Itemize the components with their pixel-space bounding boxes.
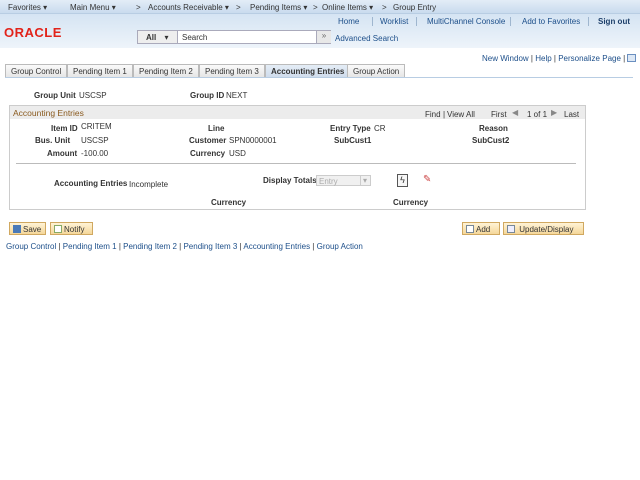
nav-accounts-receivable[interactable]: Accounts Receivable ▾ — [148, 3, 229, 12]
help-link[interactable]: Help — [535, 54, 551, 63]
search-scope-select[interactable]: All ▾ — [138, 31, 178, 43]
personalize-grid-icon[interactable] — [627, 54, 637, 62]
customer-label: Customer — [189, 136, 227, 145]
group-id-value: NEXT — [226, 91, 248, 100]
reason-label: Reason — [479, 124, 508, 133]
oracle-logo: ORACLE — [4, 25, 62, 40]
previous-icon[interactable]: ◀ — [512, 108, 518, 117]
tab-group-action[interactable]: Group Action — [347, 64, 406, 77]
find-link[interactable]: Find — [425, 110, 441, 119]
bus-unit-value: USCSP — [81, 136, 109, 145]
customer-value: SPN0000001 — [229, 136, 277, 145]
add-to-favorites-link[interactable]: Add to Favorites — [522, 17, 580, 26]
new-window-link[interactable]: New Window — [482, 54, 529, 63]
nav-main-menu[interactable]: Main Menu ▾ — [70, 3, 116, 12]
display-totals-label: Display Totals — [263, 176, 317, 185]
currency-label: Currency — [190, 149, 226, 158]
tab-group-control[interactable]: Group Control — [5, 64, 68, 77]
update-display-icon — [507, 225, 515, 233]
accounting-entries-label: Accounting Entries — [54, 179, 128, 188]
line-label: Line — [208, 124, 225, 133]
next-icon[interactable]: ▶ — [551, 108, 557, 117]
footer-link-pending-item-2[interactable]: Pending Item 2 — [123, 242, 177, 251]
update-display-button[interactable]: Update/Display — [503, 222, 584, 235]
search-input[interactable]: Search — [182, 33, 207, 42]
advanced-search-link[interactable]: Advanced Search — [335, 34, 398, 43]
accounting-entries-status: Incomplete — [129, 180, 169, 189]
group-id-label: Group ID — [190, 91, 225, 100]
personalize-page-link[interactable]: Personalize Page — [558, 54, 621, 63]
nav-online-items[interactable]: Online Items ▾ — [322, 3, 373, 12]
nav-favorites[interactable]: Favorites ▾ — [8, 3, 47, 12]
nav-sep: > — [236, 3, 241, 12]
entry-type-value: CR — [374, 124, 386, 133]
page-toolbar: New Window | Help | Personalize Page | — [482, 54, 637, 63]
view-all-link[interactable]: View All — [447, 110, 475, 119]
footer-link-group-action[interactable]: Group Action — [317, 242, 363, 251]
grid-title: Accounting Entries — [13, 108, 84, 118]
tab-pending-item-2[interactable]: Pending Item 2 — [133, 64, 199, 77]
currency-column-header-1: Currency — [211, 198, 247, 207]
save-icon — [13, 225, 21, 233]
tab-accounting-entries[interactable]: Accounting Entries — [265, 64, 351, 77]
nav-sep: > — [313, 3, 318, 12]
nav-sep: > — [136, 3, 141, 12]
worklist-link[interactable]: Worklist — [380, 17, 408, 26]
group-unit-label: Group Unit — [34, 91, 76, 100]
footer-link-pending-item-3[interactable]: Pending Item 3 — [183, 242, 237, 251]
item-id-label: Item ID — [51, 124, 78, 133]
footer-links: Group Control | Pending Item 1 | Pending… — [6, 242, 363, 251]
chevron-down-icon: ▾ — [164, 33, 169, 42]
nav-pending-items[interactable]: Pending Items ▾ — [250, 3, 307, 12]
subcust2-label: SubCust2 — [472, 136, 510, 145]
amount-value: -100.00 — [81, 149, 109, 158]
last-label: Last — [564, 110, 580, 119]
home-link[interactable]: Home — [338, 17, 359, 26]
add-button[interactable]: Add — [462, 222, 500, 235]
entry-type-label: Entry Type — [330, 124, 371, 133]
multichannel-console-link[interactable]: MultiChannel Console — [427, 17, 505, 26]
search-bar: All ▾ Search » — [137, 30, 331, 44]
currency-value: USD — [229, 149, 246, 158]
notify-button[interactable]: Notify — [50, 222, 93, 235]
subcust1-label: SubCust1 — [334, 136, 372, 145]
currency-column-header-2: Currency — [393, 198, 429, 207]
sign-out-link[interactable]: Sign out — [598, 17, 630, 26]
nav-sep: > — [382, 3, 387, 12]
divider — [16, 163, 576, 164]
add-icon — [466, 225, 474, 233]
row-count: 1 of 1 — [527, 110, 548, 119]
search-go-button[interactable]: » — [316, 31, 331, 43]
item-id-value: CRITEM — [81, 122, 112, 131]
tab-pending-item-1[interactable]: Pending Item 1 — [67, 64, 133, 77]
display-totals-select[interactable]: Entry ▾ — [316, 175, 371, 186]
group-unit-value: USCSP — [79, 91, 107, 100]
amount-label: Amount — [47, 149, 78, 158]
tab-pending-item-3[interactable]: Pending Item 3 — [199, 64, 265, 77]
bus-unit-label: Bus. Unit — [35, 136, 71, 145]
footer-link-accounting-entries[interactable]: Accounting Entries — [243, 242, 310, 251]
first-label: First — [491, 110, 507, 119]
notify-icon — [54, 225, 62, 233]
footer-link-group-control[interactable]: Group Control — [6, 242, 56, 251]
nav-group-entry[interactable]: Group Entry — [393, 3, 436, 12]
save-button[interactable]: Save — [9, 222, 46, 235]
calculate-icon[interactable]: ϟ — [397, 174, 408, 187]
eraser-icon[interactable]: ✎ — [423, 174, 431, 185]
chevron-down-icon: ▾ — [359, 176, 369, 185]
footer-link-pending-item-1[interactable]: Pending Item 1 — [63, 242, 117, 251]
breadcrumb-nav: Favorites ▾ Main Menu ▾ > Accounts Recei… — [0, 0, 640, 14]
